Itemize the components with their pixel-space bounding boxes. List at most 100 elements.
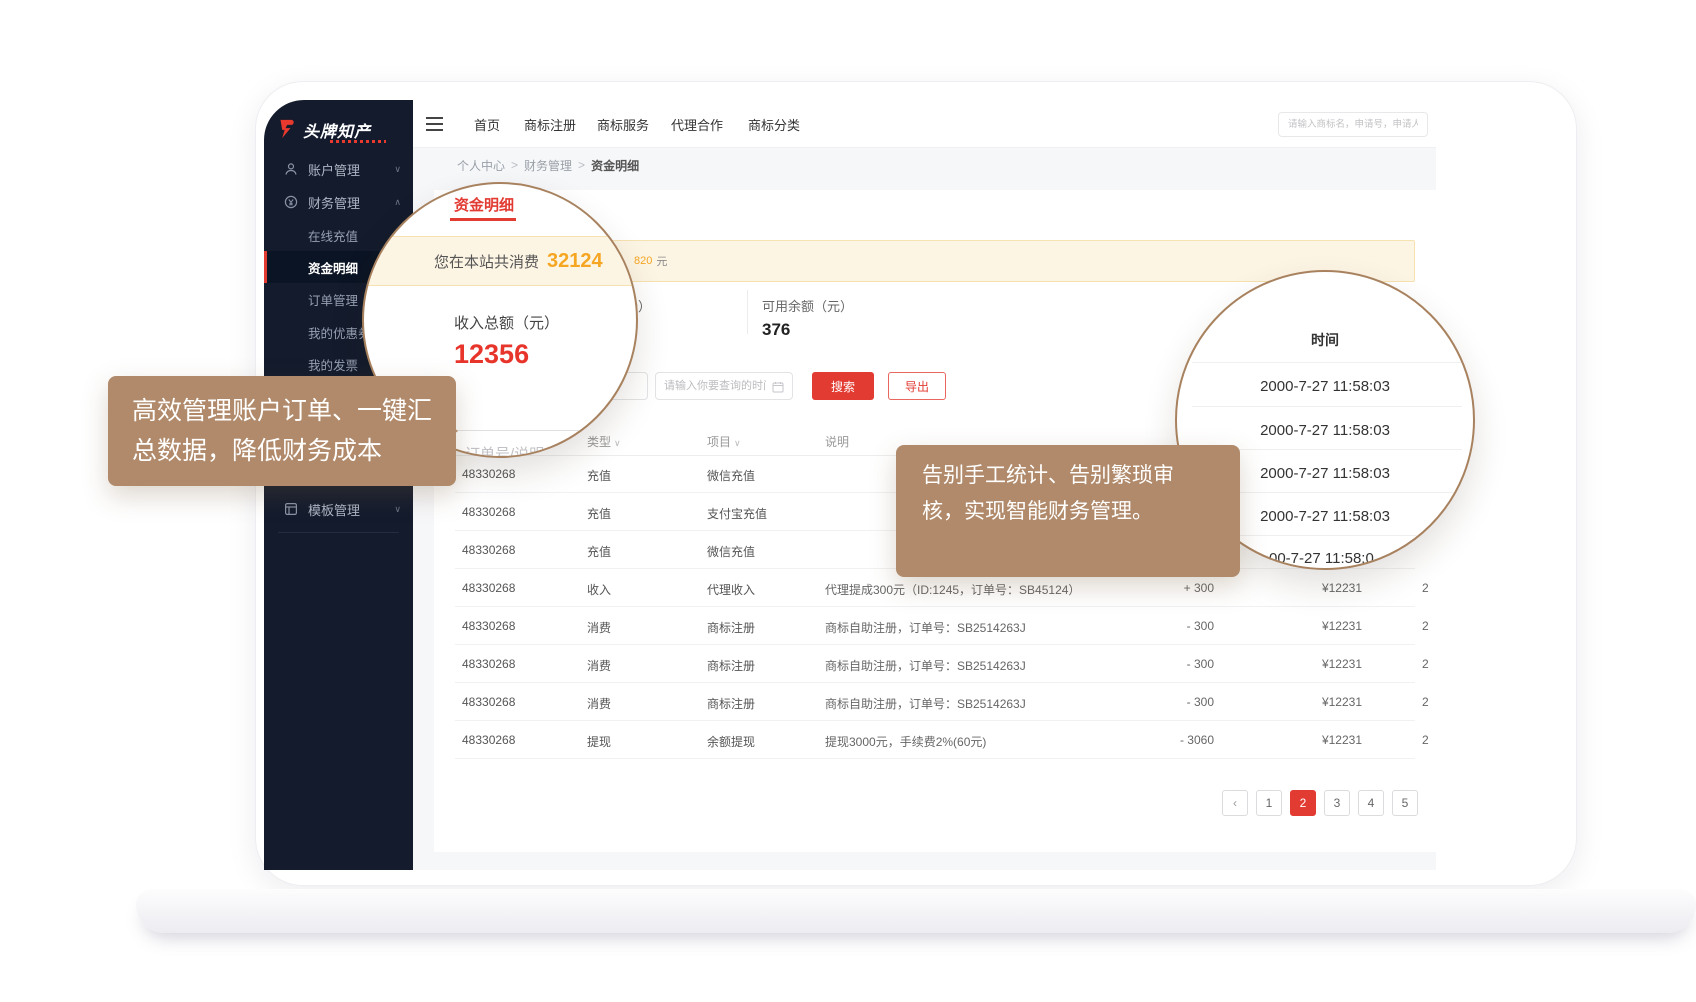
cell-type: 消费 [587, 657, 611, 674]
nav-item-agency-cooperation[interactable]: 代理合作 [671, 100, 723, 148]
chevron-icon: ∨ [394, 504, 401, 515]
trademark-search-input[interactable] [1278, 112, 1428, 137]
stat-divider [747, 290, 748, 334]
cell-type: 消费 [587, 695, 611, 712]
breadcrumb-separator: > [578, 158, 585, 172]
cell-order-number: 48330268 [462, 543, 515, 557]
stat-balance-value: 376 [762, 320, 790, 340]
cell-project: 商标注册 [707, 695, 755, 712]
sidebar-divider [278, 532, 399, 533]
logo-subtext [330, 140, 386, 143]
lens-row-divider [1192, 362, 1462, 363]
cell-balance: ¥12231 [1272, 619, 1362, 633]
chevron-icon: ∧ [394, 197, 401, 208]
lens-tab-underline [450, 218, 516, 221]
lens-income-label: 收入总额（元） [454, 312, 559, 333]
cell-type: 充值 [587, 467, 611, 484]
cell-description: 提现3000元，手续费2%(60元) [825, 733, 986, 750]
cell-balance: ¥12231 [1272, 733, 1362, 747]
finance-icon [284, 195, 299, 209]
breadcrumb: 个人中心 > 财务管理 > 资金明细 [413, 148, 1436, 182]
table-row[interactable]: 48330268提现余额提现提现3000元，手续费2%(60元)- 3060¥1… [455, 721, 1415, 759]
search-button[interactable]: 搜索 [812, 372, 874, 400]
lens-time-value: 2000-7-27 11:58:03 [1177, 378, 1473, 395]
callout-left: 高效管理账户订单、一键汇总数据，降低财务成本 [108, 376, 456, 486]
lens-time-value: 2000-7-27 11:58:03 [1177, 422, 1473, 439]
logo: 头牌知产 [278, 118, 371, 142]
cell-type: 充值 [587, 505, 611, 522]
cell-project: 商标注册 [707, 619, 755, 636]
cell-order-number: 48330268 [462, 733, 515, 747]
stat-balance-label: 可用余额（元） [762, 296, 853, 315]
pagination-page-1[interactable]: 1 [1256, 790, 1282, 816]
export-button[interactable]: 导出 [888, 372, 946, 400]
cell-amount: + 300 [1124, 581, 1214, 595]
pagination-page-3[interactable]: 3 [1324, 790, 1350, 816]
user-icon [284, 162, 299, 176]
cell-amount: - 300 [1124, 657, 1214, 671]
lens-time-header: 时间 [1177, 330, 1473, 350]
breadcrumb-separator: > [511, 158, 518, 172]
cell-balance: ¥12231 [1272, 581, 1362, 595]
banner-unit: 元 [656, 253, 667, 269]
nav-item-trademark-register[interactable]: 商标注册 [524, 100, 576, 148]
cell-order-number: 48330268 [462, 467, 515, 481]
cell-description: 商标自助注册，订单号：SB2514263J [825, 695, 1026, 712]
nav-item-trademark-services[interactable]: 商标服务 [597, 100, 649, 148]
breadcrumb-item[interactable]: 个人中心 [457, 157, 505, 174]
logo-icon [278, 118, 298, 140]
pagination-page-2[interactable]: 2 [1290, 790, 1316, 816]
cell-amount: - 300 [1124, 619, 1214, 633]
template-icon [284, 502, 299, 516]
hamburger-menu-icon[interactable] [426, 117, 443, 135]
sidebar-item-templates[interactable]: 模板管理∨ [264, 493, 413, 525]
lens-income-value: 12356 [454, 339, 529, 370]
pagination-page-4[interactable]: 4 [1358, 790, 1384, 816]
table-row[interactable]: 48330268消费商标注册商标自助注册，订单号：SB2514263J- 300… [455, 645, 1415, 683]
cell-description: 代理提成300元（ID:1245，订单号：SB45124） [825, 581, 1080, 598]
table-row[interactable]: 48330268消费商标注册商标自助注册，订单号：SB2514263J- 300… [455, 607, 1415, 645]
cell-description: 商标自助注册，订单号：SB2514263J [825, 619, 1026, 636]
cell-type: 收入 [587, 581, 611, 598]
cell-project: 微信充值 [707, 543, 755, 560]
cell-amount: - 300 [1124, 695, 1214, 709]
nav-item-trademark-categories[interactable]: 商标分类 [748, 100, 800, 148]
sidebar-item-account[interactable]: 账户管理∨ [264, 153, 413, 185]
laptop-mockup: 头牌知产 账户管理∨财务管理∧在线充值资金明细订单管理我的优惠券我的发票模板管理… [0, 0, 1696, 1002]
laptop-base [136, 889, 1696, 933]
cell-type: 充值 [587, 543, 611, 560]
table-row[interactable]: 48330268消费商标注册商标自助注册，订单号：SB2514263J- 300… [455, 683, 1415, 721]
cell-project: 代理收入 [707, 581, 755, 598]
cell-project: 商标注册 [707, 657, 755, 674]
cell-time-fragment: 2 [1422, 657, 1429, 671]
column-header-desc: 说明 [825, 433, 849, 450]
breadcrumb-item: 资金明细 [591, 157, 639, 174]
cell-project: 支付宝充值 [707, 505, 767, 522]
cell-order-number: 48330268 [462, 581, 515, 595]
pagination-page-5[interactable]: 5 [1392, 790, 1418, 816]
breadcrumb-item[interactable]: 财务管理 [524, 157, 572, 174]
lens-tab-title: 资金明细 [454, 194, 514, 215]
cell-time-fragment: 2 [1422, 581, 1429, 595]
cell-description: 商标自助注册，订单号：SB2514263J [825, 657, 1026, 674]
chevron-icon: ∨ [394, 164, 401, 175]
column-header-project[interactable]: 项目∨ [707, 433, 741, 450]
cell-balance: ¥12231 [1272, 695, 1362, 709]
chevron-down-icon: ∨ [734, 438, 741, 448]
pagination-prev-button[interactable]: ‹ [1222, 790, 1248, 816]
cell-project: 微信充值 [707, 467, 755, 484]
cell-order-number: 48330268 [462, 619, 515, 633]
cell-order-number: 48330268 [462, 505, 515, 519]
banner-amount-rest: 820 [634, 255, 652, 267]
cell-time-fragment: 2 [1422, 695, 1429, 709]
cell-time-fragment: 2 [1422, 619, 1429, 633]
cell-project: 余额提现 [707, 733, 755, 750]
callout-right: 告别手工统计、告别繁琐审核，实现智能财务管理。 [896, 445, 1240, 577]
logo-text: 头牌知产 [303, 124, 371, 141]
cell-time-fragment: 2 [1422, 733, 1429, 747]
nav-item-home[interactable]: 首页 [474, 100, 500, 148]
time-filter-input[interactable] [655, 372, 793, 400]
sidebar-item-finance[interactable]: 财务管理∧ [264, 186, 413, 218]
lens-row-divider [1192, 406, 1462, 407]
cell-type: 提现 [587, 733, 611, 750]
